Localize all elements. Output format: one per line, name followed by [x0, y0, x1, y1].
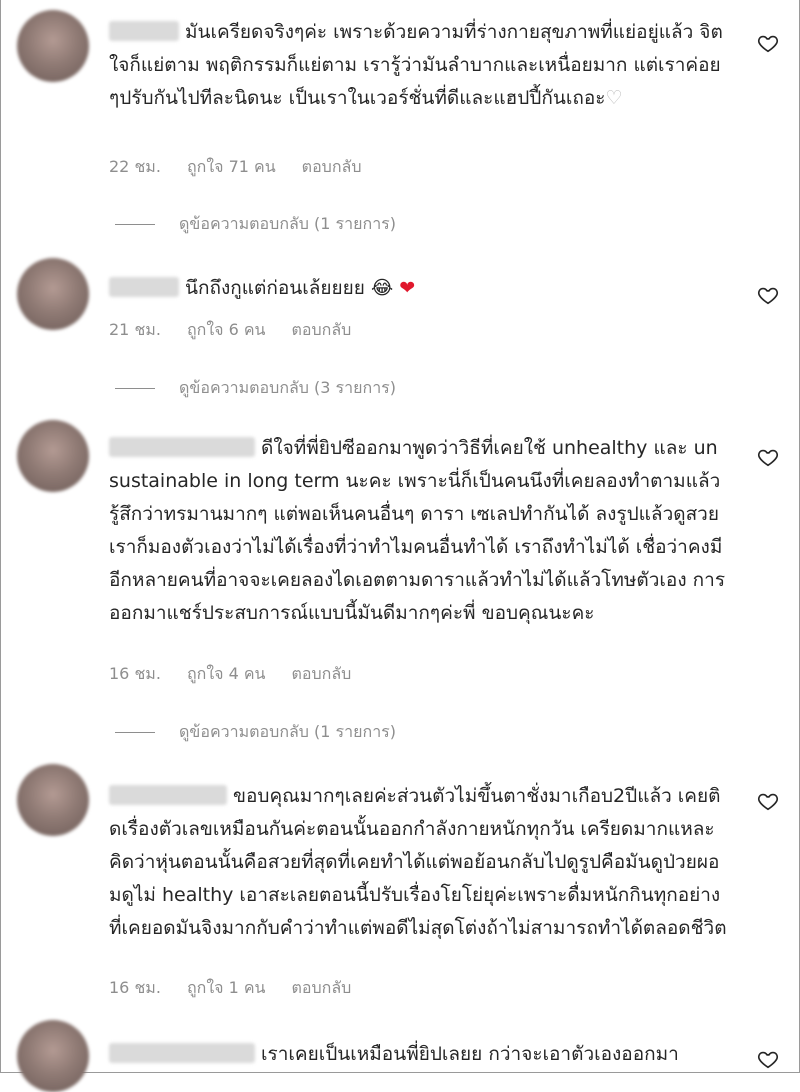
view-replies-button[interactable]: ดูข้อความตอบกลับ (3 รายการ)	[115, 376, 396, 401]
like-count[interactable]: ถูกใจ 71 คน	[187, 157, 276, 176]
heart-icon[interactable]	[757, 284, 779, 306]
divider-line	[115, 732, 155, 733]
red-heart-emoji: ❤	[399, 277, 416, 299]
comment-text-block: มันเครียดจริงๆค่ะ เพราะด้วยความที่ร่างกา…	[109, 16, 727, 115]
view-replies-button[interactable]: ดูข้อความตอบกลับ (1 รายการ)	[115, 212, 396, 237]
comment-time: 16 ชม.	[109, 664, 161, 683]
comment-text: เราเคยเป็นเหมือนพี่ยิปเลยย กว่าจะเอาตัวเ…	[261, 1043, 679, 1065]
comment-meta: 16 ชม. ถูกใจ 1 คน ตอบกลับ	[109, 976, 377, 1001]
comment-text-block: นึกถึงกูแต่ก่อนเล้ยยยย 😂 ❤	[109, 272, 727, 305]
white-heart-emoji: ♡	[605, 87, 623, 109]
reply-button[interactable]: ตอบกลับ	[302, 157, 362, 176]
reply-button[interactable]: ตอบกลับ	[292, 320, 352, 339]
like-count[interactable]: ถูกใจ 1 คน	[187, 978, 266, 997]
username-blurred[interactable]	[109, 277, 179, 297]
avatar[interactable]	[17, 420, 89, 492]
like-count[interactable]: ถูกใจ 4 คน	[187, 664, 266, 683]
view-replies-label: ดูข้อความตอบกลับ (1 รายการ)	[179, 214, 397, 233]
avatar[interactable]	[17, 1020, 89, 1092]
laughing-emoji: 😂	[370, 277, 394, 299]
username-blurred[interactable]	[109, 1043, 255, 1063]
avatar[interactable]	[17, 764, 89, 836]
comment-meta: 22 ชม. ถูกใจ 71 คน ตอบกลับ	[109, 155, 387, 180]
divider-line	[115, 224, 155, 225]
view-replies-button[interactable]: ดูข้อความตอบกลับ (1 รายการ)	[115, 720, 396, 745]
username-blurred[interactable]	[109, 785, 227, 805]
avatar[interactable]	[17, 10, 89, 82]
view-replies-label: ดูข้อความตอบกลับ (1 รายการ)	[179, 722, 397, 741]
reply-button[interactable]: ตอบกลับ	[292, 978, 352, 997]
view-replies-label: ดูข้อความตอบกลับ (3 รายการ)	[179, 378, 397, 397]
reply-button[interactable]: ตอบกลับ	[292, 664, 352, 683]
heart-icon[interactable]	[757, 790, 779, 812]
comment-text: นึกถึงกูแต่ก่อนเล้ยยยย	[185, 277, 365, 299]
heart-icon[interactable]	[757, 446, 779, 468]
comment-text: ขอบคุณมากๆเลยค่ะส่วนตัวไม่ขึ้นตาชั่งมาเก…	[109, 785, 727, 939]
heart-icon[interactable]	[757, 1048, 779, 1070]
comment-text-block: ดีใจที่พี่ยิปซีออกมาพูดว่าวิธีที่เคยใช้ …	[109, 432, 727, 630]
comment-text: ดีใจที่พี่ยิปซีออกมาพูดว่าวิธีที่เคยใช้ …	[109, 437, 726, 624]
comment-meta: 21 ชม. ถูกใจ 6 คน ตอบกลับ	[109, 318, 377, 343]
like-count[interactable]: ถูกใจ 6 คน	[187, 320, 266, 339]
username-blurred[interactable]	[109, 21, 179, 41]
heart-icon[interactable]	[757, 32, 779, 54]
comments-panel: มันเครียดจริงๆค่ะ เพราะด้วยความที่ร่างกา…	[0, 0, 800, 1092]
comment-time: 22 ชม.	[109, 157, 161, 176]
divider-line	[115, 388, 155, 389]
comment-time: 21 ชม.	[109, 320, 161, 339]
comment-text-block: เราเคยเป็นเหมือนพี่ยิปเลยย กว่าจะเอาตัวเ…	[109, 1038, 727, 1071]
comment-text-block: ขอบคุณมากๆเลยค่ะส่วนตัวไม่ขึ้นตาชั่งมาเก…	[109, 780, 727, 945]
username-blurred[interactable]	[109, 437, 255, 457]
comment-meta: 16 ชม. ถูกใจ 4 คน ตอบกลับ	[109, 662, 377, 687]
comment-time: 16 ชม.	[109, 978, 161, 997]
comment-text: มันเครียดจริงๆค่ะ เพราะด้วยความที่ร่างกา…	[109, 21, 723, 109]
avatar[interactable]	[17, 258, 89, 330]
